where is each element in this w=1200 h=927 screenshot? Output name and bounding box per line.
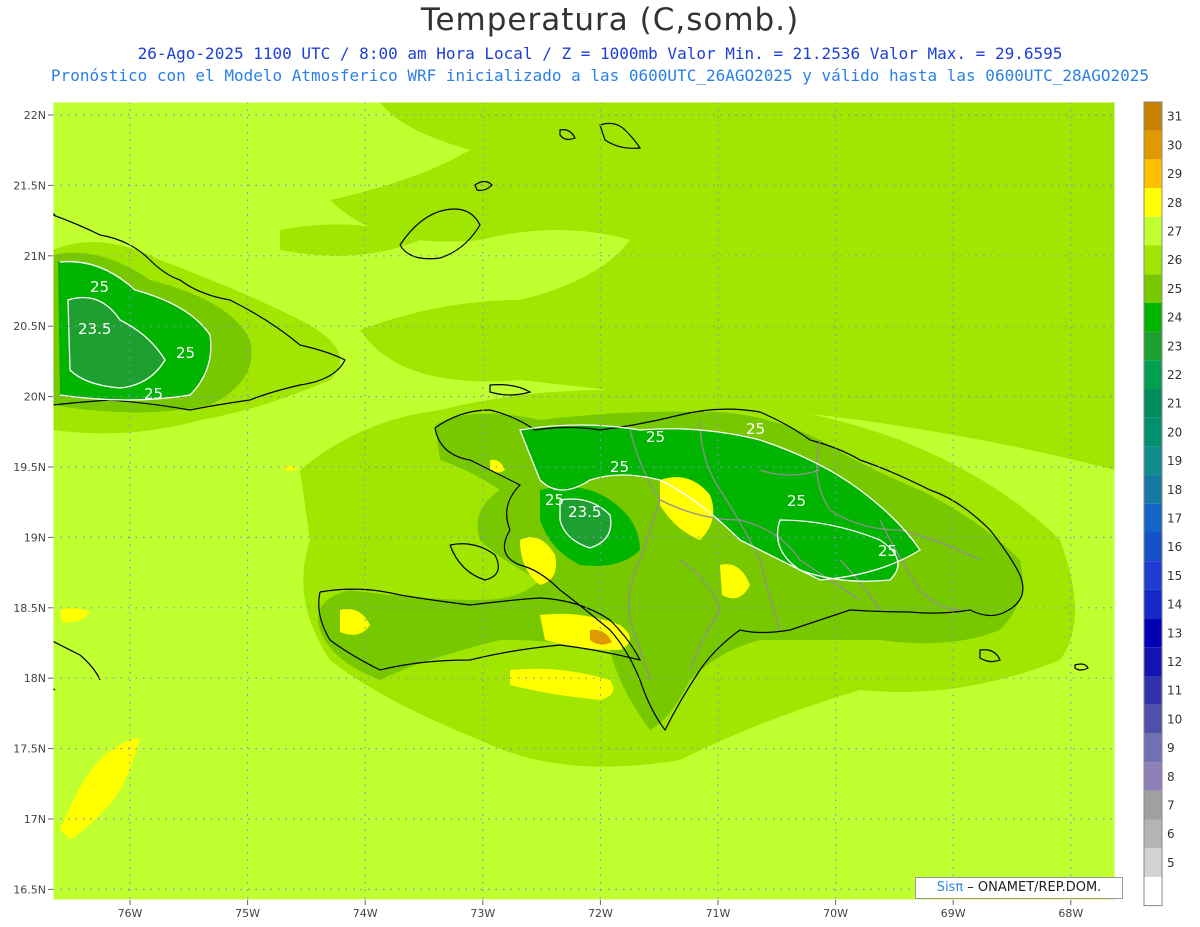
legend-swatch [1144,618,1162,648]
legend-label: 17 [1167,512,1182,526]
lat-tick-label: 21.5N [13,179,46,192]
legend-label: 20 [1167,425,1182,439]
credit-text: – ONAMET/REP.DOM. [963,880,1102,895]
lon-tick-label: 73W [470,907,495,920]
lat-tick-label: 18N [24,672,46,685]
color-legend: 31 30 29 28 27 26 25 24 23 22 21 20 19 18 17 16 15 14 13 12… [1143,101,1182,907]
legend-swatch [1144,704,1162,734]
contour-label: 25 [176,344,195,362]
longitude-axis: 76W 75W 74W 73W 72W 71W 70W 69W 68W [118,900,1083,920]
lon-tick-label: 75W [235,907,260,920]
legend-swatch [1144,274,1162,303]
legend-swatch [1144,676,1162,705]
latitude-axis: 22N 21.5N 21N 20.5N 20N 19.5N 19N 18.5N 18N 17.5N… [13,109,53,896]
legend-label: 23 [1167,339,1182,353]
legend-label: 18 [1167,483,1182,497]
legend-label: 6 [1167,827,1175,841]
legend-label: 5 [1167,856,1175,870]
lon-tick-label: 68W [1058,907,1083,920]
legend-swatch [1144,733,1162,763]
legend-label: 8 [1167,770,1175,784]
lon-tick-label: 72W [588,907,613,920]
legend-swatch [1144,302,1162,332]
legend-label: 12 [1167,655,1182,669]
legend-label: 10 [1167,712,1182,726]
legend-swatch [1144,589,1162,619]
legend-label: 14 [1167,598,1182,612]
legend-swatch [1144,503,1162,533]
legend-swatch [1144,159,1162,189]
contour-label: 25 [610,458,629,476]
legend-label: 25 [1167,282,1182,296]
lat-tick-label: 17.5N [13,743,46,756]
legend-swatch [1144,790,1162,820]
lon-tick-label: 74W [353,907,378,920]
legend-swatch [1144,245,1162,275]
contour-label: 23.5 [78,320,111,338]
lat-tick-label: 22N [24,109,46,122]
legend-swatch [1144,561,1162,590]
legend-label: 26 [1167,253,1182,267]
legend-label: 30 [1167,138,1182,152]
legend-swatch [1144,819,1162,849]
legend-label: 29 [1167,167,1182,181]
credit-box: Sisπ – ONAMET/REP.DOM. [915,877,1123,899]
legend-swatch [1144,130,1162,160]
legend-swatch [1144,102,1162,131]
legend-label: 28 [1167,196,1182,210]
legend-label: 16 [1167,540,1182,554]
legend-swatch [1144,647,1162,676]
legend-label: 22 [1167,368,1182,382]
legend-swatch [1144,876,1162,906]
legend-swatch [1144,216,1162,246]
contour-label: 25 [144,385,163,403]
legend-label: 31 [1167,110,1182,124]
lat-tick-label: 16.5N [13,883,46,896]
legend-swatch [1144,360,1162,389]
legend-label: 24 [1167,311,1182,325]
lat-tick-label: 21N [24,250,46,263]
legend-swatch [1144,389,1162,418]
lat-tick-label: 20N [24,391,46,404]
legend-label: 7 [1167,799,1175,813]
legend-swatch [1144,417,1162,447]
credit-logo: Sisπ [936,880,964,895]
lat-tick-label: 18.5N [13,602,46,615]
legend-label: 13 [1167,626,1182,640]
lat-tick-label: 17N [24,813,46,826]
contour-label: 25 [878,542,897,560]
legend-label: 21 [1167,397,1182,411]
lon-tick-label: 71W [706,907,731,920]
legend-swatch [1144,446,1162,476]
lon-tick-label: 70W [823,907,848,920]
lon-tick-label: 76W [118,907,143,920]
legend-label: 19 [1167,454,1182,468]
contour-label: 25 [787,492,806,510]
temperature-map: 25 23.5 25 25 25 25 25 25 23.5 25 25 22N… [13,101,1182,920]
lat-tick-label: 20.5N [13,320,46,333]
lat-tick-label: 19.5N [13,461,46,474]
legend-swatch [1144,331,1162,361]
lat-tick-label: 19N [24,531,46,544]
legend-swatch [1144,188,1162,217]
contour-label: 25 [746,420,765,438]
legend-label: 9 [1167,741,1175,755]
legend-swatch [1144,762,1162,791]
contour-label: 25 [90,278,109,296]
legend-swatch [1144,475,1162,504]
contour-label: 25 [545,491,564,509]
legend-label: 27 [1167,225,1182,239]
legend-swatch [1144,848,1162,877]
lon-tick-label: 69W [941,907,966,920]
legend-swatch [1144,532,1162,562]
legend-label: 11 [1167,684,1182,698]
contour-label: 23.5 [568,503,601,521]
legend-label: 15 [1167,569,1182,583]
contour-label: 25 [646,428,665,446]
